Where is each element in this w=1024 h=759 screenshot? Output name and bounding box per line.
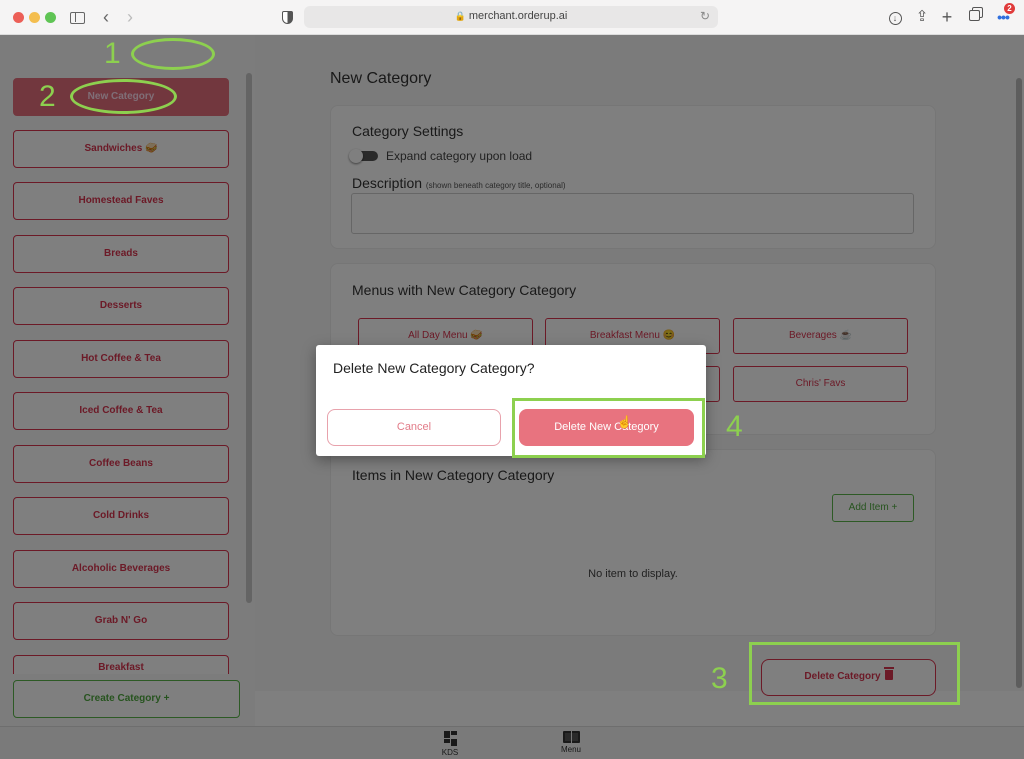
privacy-shield-icon[interactable] — [280, 7, 294, 27]
sidebar-toggle-icon[interactable] — [68, 7, 86, 27]
notification-badge: 2 — [1004, 3, 1015, 14]
cancel-button[interactable]: Cancel — [327, 409, 501, 446]
annotation-step-3: 3 — [711, 662, 728, 695]
annotation-box-confirm-delete — [512, 398, 705, 458]
browser-toolbar: ‹ › 🔒 merchant.orderup.ai ↻ ↓ ⇪ + ••• 2 — [0, 0, 1024, 35]
download-icon[interactable]: ↓ — [886, 7, 904, 27]
forward-arrow-icon[interactable]: › — [122, 7, 138, 27]
annotation-ellipse-categories — [131, 38, 215, 70]
reload-icon[interactable]: ↻ — [700, 9, 710, 23]
dialog-title: Delete New Category Category? — [333, 360, 535, 376]
annotation-step-2: 2 — [39, 80, 56, 113]
annotation-ellipse-new-category — [70, 79, 177, 114]
close-window-button[interactable] — [13, 12, 24, 23]
new-tab-icon[interactable]: + — [938, 7, 956, 27]
address-bar[interactable]: 🔒 merchant.orderup.ai ↻ — [304, 6, 718, 28]
annotation-step-4: 4 — [726, 410, 743, 443]
tab-overview-icon[interactable] — [965, 7, 983, 27]
annotation-step-1: 1 — [104, 37, 121, 70]
maximize-window-button[interactable] — [45, 12, 56, 23]
share-icon[interactable]: ⇪ — [913, 7, 931, 27]
minimize-window-button[interactable] — [29, 12, 40, 23]
back-arrow-icon[interactable]: ‹ — [98, 7, 114, 27]
annotation-box-delete-category — [749, 642, 960, 705]
url-text: merchant.orderup.ai — [468, 10, 568, 22]
lock-icon: 🔒 — [454, 11, 466, 21]
